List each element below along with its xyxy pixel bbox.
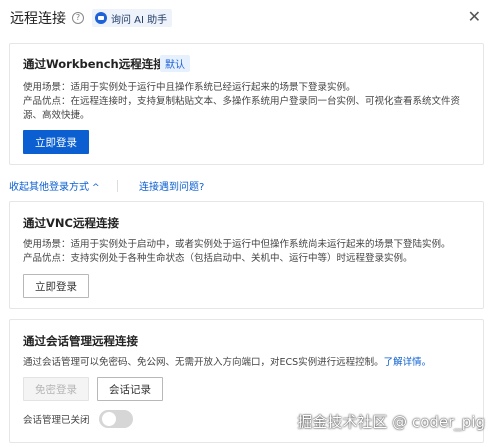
ask-ai-button[interactable]: 询问 AI 助手	[92, 9, 173, 27]
session-description-text: 通过会话管理可以免密码、免公网、无需开放入方向端口，对ECS实例进行远程控制。	[23, 357, 384, 368]
ai-assistant-icon	[95, 12, 107, 24]
passwordless-login-button[interactable]: 免密登录	[23, 377, 89, 401]
workbench-advantage-text: 产品优点：在远程连接时，支持复制粘贴文本、多操作系统用户登录同一台实例、可视化查…	[23, 96, 461, 107]
session-toggle-label: 会话管理已关闭	[23, 415, 90, 426]
close-icon[interactable]: ✕	[468, 9, 481, 25]
learn-more-link[interactable]: 了解详情。	[384, 357, 432, 368]
links-divider	[117, 180, 118, 192]
workbench-card: 通过Workbench远程连接 默认 使用场景：适用于实例处于运行中且操作系统已…	[9, 43, 484, 165]
help-icon[interactable]: ?	[72, 12, 84, 24]
workbench-advantage-text-cont: 源、高效快捷。	[23, 110, 90, 121]
workbench-login-button[interactable]: 立即登录	[23, 130, 89, 154]
default-badge: 默认	[160, 55, 190, 72]
session-title: 通过会话管理远程连接	[23, 334, 138, 348]
chevron-up-icon: ^	[92, 183, 100, 193]
toggle-knob	[102, 412, 116, 426]
vnc-usage-text: 使用场景：适用于实例处于启动中，或者实例处于运行中但操作系统尚未运行起来的场景下…	[23, 239, 451, 250]
connection-trouble-link[interactable]: 连接遇到问题?	[139, 178, 204, 193]
vnc-login-button[interactable]: 立即登录	[23, 274, 89, 298]
session-manager-toggle[interactable]	[99, 410, 133, 428]
vnc-advantage-text: 产品优点：支持实例处于各种生命状态（包括启动中、关机中、运行中等）时远程登录实例…	[23, 253, 413, 264]
dialog-header: 远程连接 ? 询问 AI 助手	[0, 0, 495, 36]
collapse-other-methods-label: 收起其他登录方式	[9, 182, 89, 193]
dialog-title: 远程连接	[10, 11, 66, 27]
vnc-card: 通过VNC远程连接 使用场景：适用于实例处于启动中，或者实例处于运行中但操作系统…	[9, 201, 484, 309]
collapse-other-methods-link[interactable]: 收起其他登录方式 ^	[9, 178, 100, 193]
watermark: 掘金技术社区 @ coder_pig	[297, 413, 485, 431]
session-description: 通过会话管理可以免密码、免公网、无需开放入方向端口，对ECS实例进行远程控制。了…	[23, 356, 431, 369]
ask-ai-label: 询问 AI 助手	[111, 14, 168, 26]
vnc-title: 通过VNC远程连接	[23, 216, 119, 230]
workbench-usage-text: 使用场景：适用于实例处于运行中且操作系统已经运行起来的场景下登录实例。	[23, 82, 356, 93]
workbench-title: 通过Workbench远程连接	[23, 57, 165, 71]
session-records-button[interactable]: 会话记录	[97, 377, 163, 401]
